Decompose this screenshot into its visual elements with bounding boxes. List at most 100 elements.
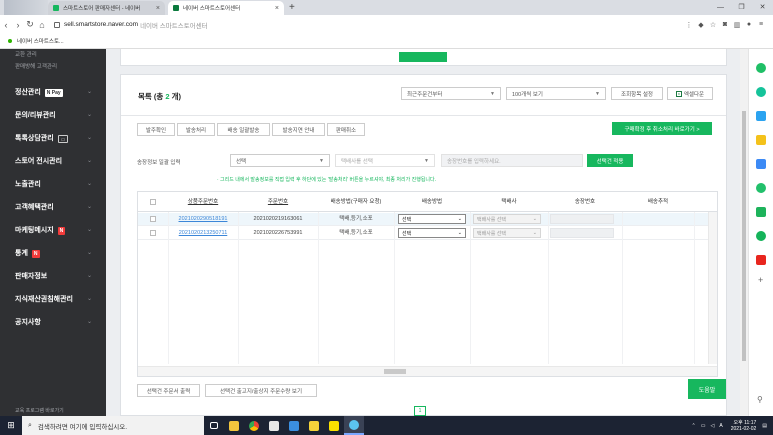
sidebar-item-marketing[interactable]: 마케팅메시지 N ⌄ [0,219,106,242]
ship-button[interactable]: 발송처리 [177,123,215,136]
sidebar-item-stats[interactable]: 통계 N ⌄ [0,242,106,265]
ext-shop-icon[interactable] [756,231,766,241]
tracking-input[interactable] [550,214,614,224]
notes-icon[interactable] [304,416,324,435]
method-select[interactable]: 선택 ⌄ [398,228,466,238]
browser-tab-2[interactable]: 네이버 스마트스토어센터 × [168,1,284,15]
bulk-tracking-input[interactable]: 송장번호를 입력하세요. [441,154,583,167]
taskbar-search[interactable]: ⌕ 검색하려면 여기에 입력하십시오. [22,416,204,435]
taskbar-clock[interactable]: 오후 11:17 2021-02-02 [731,420,757,432]
tray-arrow-icon[interactable]: ⌃ [692,423,696,429]
product-order-no-link[interactable]: 2021020213250711 [168,227,238,240]
ext-star-icon[interactable] [756,135,766,145]
method-select[interactable]: 선택 ⌄ [398,214,466,224]
ext-teal-icon[interactable] [756,87,766,97]
tab-close-icon[interactable]: × [156,5,160,12]
courier-select[interactable]: 택배사를 선택 ⌄ [473,228,541,238]
shield-icon[interactable]: ◆ [695,21,707,29]
tab-close-icon[interactable]: × [275,5,279,12]
sidebar-toggle-icon[interactable]: ▥ [731,21,743,29]
bookmark-star-icon[interactable]: ☆ [707,21,719,29]
windows-start-icon[interactable]: ⊞ [0,420,22,431]
delay-notice-button[interactable]: 발송지연 안내 [272,123,325,136]
ext-red-icon[interactable] [756,255,766,265]
back-icon[interactable]: ‹ [0,20,12,30]
table-row[interactable]: 2021020290518191 2021020219163061 택배,등기,… [138,213,717,226]
sidebar-item-inquiry[interactable]: 문의/리뷰관리 ⌄ [0,104,106,127]
tracking-input[interactable] [550,228,614,238]
close-window-icon[interactable]: ✕ [752,0,773,15]
ext-chat-icon[interactable] [756,183,766,193]
volume-icon[interactable]: ◁ [710,423,714,429]
extension-icon[interactable]: ⋮ [683,21,695,29]
sidebar-subitem[interactable]: 교환 관리 [0,49,106,61]
confirm-order-button[interactable]: 발주확인 [137,123,175,136]
sidebar-item-benefits[interactable]: 고객혜택관리 ⌄ [0,196,106,219]
post-confirm-cancel-button[interactable]: 구매확정 후 취소처리 바로가기 > [612,122,712,135]
column-settings-button[interactable]: 조회항목 설정 [611,87,663,100]
bulk-courier-select[interactable]: 택배사를 선택 ▼ [335,154,435,167]
help-button[interactable]: 도움말 [688,379,726,399]
sidebar-item-store-display[interactable]: 스토어 전시관리 ⌄ [0,150,106,173]
cancel-sale-button[interactable]: 판매취소 [327,123,365,136]
sidebar-item-settlement[interactable]: 정산관리 N Pay ⌄ [0,81,106,104]
task-view-icon[interactable] [204,416,224,435]
ext-message-icon[interactable] [756,207,766,217]
minimize-icon[interactable]: — [710,0,731,15]
page-scroll-thumb[interactable] [742,111,746,361]
page-scrollbar[interactable] [740,49,748,416]
whale-browser-icon[interactable] [344,416,364,435]
education-link[interactable]: 교육 프로그램 바로가기 [15,407,64,414]
sidebar-item-talktalk[interactable]: 톡톡상담관리 ▭ ⌄ [0,127,106,150]
grid-vertical-scrollbar[interactable] [708,212,717,364]
table-row[interactable]: 2021020213250711 2021020226753991 택배,등기,… [138,227,717,240]
pagination-page[interactable]: 1 [414,406,426,416]
network-icon[interactable]: ▭ [701,423,706,429]
menu-icon[interactable]: ≡ [755,21,767,28]
select-all-checkbox[interactable] [150,199,156,205]
col-order-no[interactable]: 주문번호 [238,192,318,212]
mail-icon[interactable] [284,416,304,435]
notification-icon[interactable]: ▤ [762,423,767,429]
camera-icon[interactable]: ◙ [719,21,731,28]
excel-download-button[interactable]: x 엑셀다운 [667,87,713,100]
home-icon[interactable]: ⌂ [36,20,48,30]
ext-blue-icon[interactable] [756,111,766,121]
bulk-apply-button[interactable]: 선택건 적용 [587,154,633,167]
row-checkbox[interactable] [150,230,156,236]
store-icon[interactable] [264,416,284,435]
scroll-thumb[interactable] [384,369,406,374]
sidebar-item-ip-infringement[interactable]: 지식재산권침해관리 ⌄ [0,288,106,311]
kakaotalk-icon[interactable] [324,416,344,435]
sort-select[interactable]: 최근주문건부터 ▼ [401,87,501,100]
url-field[interactable]: sell.smartstore.naver.com 네이버 스마트스토어센터 [54,20,208,30]
print-orders-button[interactable]: 선택건 주문서 출력 [137,384,200,397]
grid-horizontal-scrollbar[interactable] [138,366,717,376]
forward-icon[interactable]: › [12,20,24,30]
file-explorer-icon[interactable] [224,416,244,435]
maximize-icon[interactable]: ❐ [731,0,752,15]
ext-cloud-icon[interactable] [756,159,766,169]
sidebar-subitem[interactable]: 판매방해 고객관리 [0,61,106,73]
new-tab-button[interactable]: + [289,2,295,13]
product-order-no-link[interactable]: 2021020290518191 [168,213,238,226]
profile-icon[interactable]: ● [743,21,755,28]
browser-tab-1[interactable]: 스마트스토어 판매자센터 - 네이버 × [48,1,165,15]
ime-icon[interactable]: A [719,423,722,429]
pin-icon[interactable]: ⚲ [757,395,763,404]
view-quantity-button[interactable]: 선택건 출고지/출상지 주문수량 보기 [205,384,317,397]
bulk-ship-button[interactable]: 배송 일괄발송 [217,123,270,136]
row-checkbox[interactable] [150,216,156,222]
chrome-icon[interactable] [244,416,264,435]
col-product-order-no[interactable]: 상품주문번호 [168,192,238,212]
ext-green-icon[interactable] [756,63,766,73]
per-page-select[interactable]: 100개씩 보기 ▼ [506,87,606,100]
sidebar-item-seller-info[interactable]: 판매자정보 ⌄ [0,265,106,288]
sidebar-item-exposure[interactable]: 노출관리 ⌄ [0,173,106,196]
add-extension-icon[interactable]: + [758,275,763,285]
search-button[interactable] [399,52,447,62]
sidebar-item-notices[interactable]: 공지사항 ⌄ [0,311,106,334]
bulk-method-select[interactable]: 선택 ▼ [230,154,330,167]
courier-select[interactable]: 택배사를 선택 ⌄ [473,214,541,224]
reload-icon[interactable]: ↻ [24,19,36,30]
